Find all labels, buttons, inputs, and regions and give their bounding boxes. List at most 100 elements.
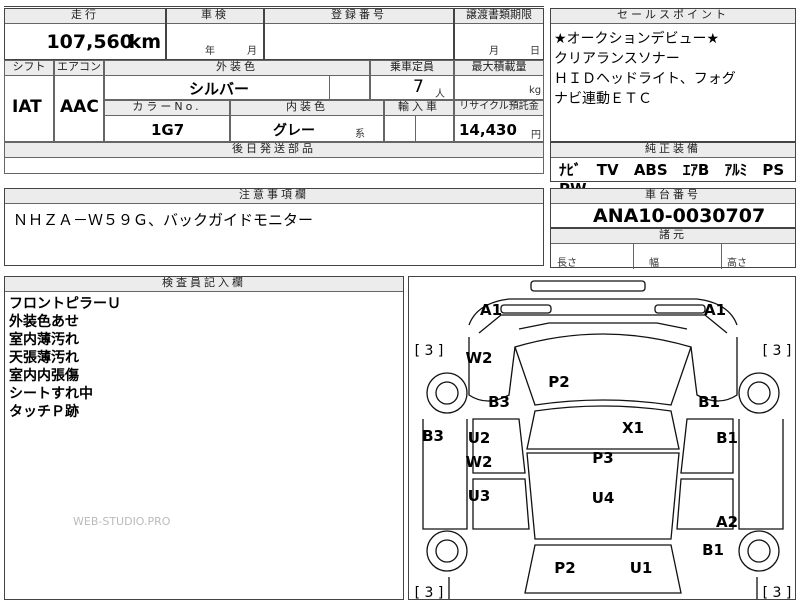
inspector-label: 検査員記入欄 [5,277,403,292]
recycle-cell: リサイクル預託金 14,430 円 [454,100,544,142]
inspector-line: 室内薄汚れ [9,332,79,348]
interior-color-value: グレー [273,123,315,139]
car-diagram: A1 A1 [ 3 ] [ 3 ] W2 P2 B3 B1 B3 U2 X1 B… [415,280,792,600]
capacity-label: 乗車定員 [371,61,453,76]
mileage-label: 走行 [5,9,165,24]
aircon-label: エアコン [55,61,103,76]
specs-width: 幅 [649,258,659,269]
mark-tire-fr: [ 3 ] [763,343,792,359]
mark-tire-fl: [ 3 ] [415,343,444,359]
inspector-line: シートすれ中 [9,386,93,402]
recycle-value: 14,430 [459,121,517,139]
specs-length: 長さ [557,258,577,269]
capacity-cell: 乗車定員 7 人 [370,60,454,100]
later-parts-cell: 後日発送部品 [4,142,544,174]
shift-label: シフト [5,61,53,76]
mark-w2-door: W2 [466,453,493,471]
wheel-rear-left [426,530,468,572]
front-bumper-shape [530,280,646,292]
notes-label: 注意事項欄 [5,189,543,204]
shaken-box: 車検 年 月 [166,8,264,60]
mark-p2-rear: P2 [554,559,575,577]
mark-u4: U4 [592,489,615,507]
import-label: 輸入車 [385,101,453,116]
aircon-cell: エアコン AAC [54,60,104,142]
wheel-rear-right [738,530,780,572]
inspector-line: 外装色あせ [9,314,79,330]
mark-u3: U3 [468,487,491,505]
mark-b1-fender: B1 [698,393,720,411]
equipment-item: ﾅﾋﾞ [559,161,582,179]
mark-b1-door: B1 [716,429,738,447]
shift-value: IAT [12,97,42,117]
transfer-month: 月 [489,46,499,57]
color-no-label: カラーNo. [105,101,229,116]
equipment-label: 純正装備 [551,143,795,158]
top-strip [4,0,544,7]
equipment-item: PS [762,161,785,179]
equipment-item: ｴｱB [682,161,710,179]
interior-color-label: 内装色 [231,101,383,116]
sales-point-line: ＨＩＤヘッドライト、フォグ [554,71,736,87]
max-load-unit: kg [529,85,542,96]
notes-value: ＮＨＺＡ－Ｗ５９Ｇ、バックガイドモニター [13,211,314,229]
mark-b1-rear: B1 [702,541,724,559]
import-cell: 輸入車 [384,100,454,143]
recycle-unit: 円 [531,130,541,141]
max-load-cell: 最大積載量 kg [454,60,544,100]
mark-a1-left: A1 [480,301,502,319]
mark-p2-hood: P2 [548,373,569,391]
exterior-color-cell: 外装色 シルバー [104,60,370,101]
shaken-month: 月 [247,46,257,57]
sales-point-line: ★オークションデビュー★ [554,31,720,47]
car-diagram-box: A1 A1 [ 3 ] [ 3 ] W2 P2 B3 B1 B3 U2 X1 B… [408,276,796,600]
mileage-unit: km [128,31,161,53]
specs-box: 諸元 長さ 幅 高さ [550,228,796,269]
interior-color-suffix: 系 [355,129,365,140]
later-parts-label: 後日発送部品 [5,143,543,158]
sales-point-line: クリアランスソナー [554,51,680,67]
notes-box: 注意事項欄 ＮＨＺＡ－Ｗ５９Ｇ、バックガイドモニター [4,188,544,266]
wheel-front-right [738,372,780,414]
registration-label: 登録番号 [265,9,453,24]
transfer-day: 日 [530,46,540,57]
front-body-outline [468,298,738,326]
exterior-color-label: 外装色 [105,61,369,76]
chassis-value: ANA10-0030707 [593,205,766,227]
mark-tire-rr: [ 3 ] [763,585,792,600]
inspector-line: タッチＰ跡 [9,404,79,420]
mark-u1: U1 [630,559,653,577]
mark-w2-top: W2 [466,349,493,367]
inspector-line: フロントピラーＵ [9,296,121,312]
shaken-label: 車検 [167,9,263,24]
capacity-value: 7 [413,77,424,97]
watermark: WEB-STUDIO.PRO [73,515,171,528]
interior-color-cell: 内装色 グレー 系 [230,100,384,142]
inspector-box: 検査員記入欄 フロントピラーＵ 外装色あせ 室内薄汚れ 天張薄汚れ 室内内張傷 … [4,276,404,600]
chassis-label: 車台番号 [551,189,795,204]
transfer-box: 譲渡書類期限 月 日 [454,8,544,60]
specs-label: 諸元 [551,229,795,244]
equipment-item: TV [596,161,619,179]
exterior-color-value: シルバー [189,80,250,98]
mark-p3: P3 [592,449,613,467]
transfer-label: 譲渡書類期限 [455,9,543,24]
mark-x1: X1 [622,419,644,437]
aircon-value: AAC [60,97,99,117]
wheel-front-left [426,372,468,414]
color-no-value: 1G7 [151,121,185,139]
shift-cell: シフト IAT [4,60,54,142]
equipment-item: ｱﾙﾐ [724,161,748,179]
equipment-item: ABS [633,161,668,179]
mileage-box: 走行 107,560 km [4,8,166,60]
mark-a2: A2 [716,513,738,531]
registration-box: 登録番号 [264,8,454,60]
sales-point-line: ナビ連動ＥＴＣ [554,91,652,107]
mark-b3-fender: B3 [488,393,510,411]
mileage-value: 107,560 [46,31,133,53]
mark-tire-rl: [ 3 ] [415,585,444,600]
mark-a1-right: A1 [704,301,726,319]
inspector-line: 天張薄汚れ [9,350,79,366]
capacity-unit: 人 [435,89,445,100]
sales-points-box: セールスポイント ★オークションデビュー★ クリアランスソナー ＨＩＤヘッドライ… [550,8,796,142]
